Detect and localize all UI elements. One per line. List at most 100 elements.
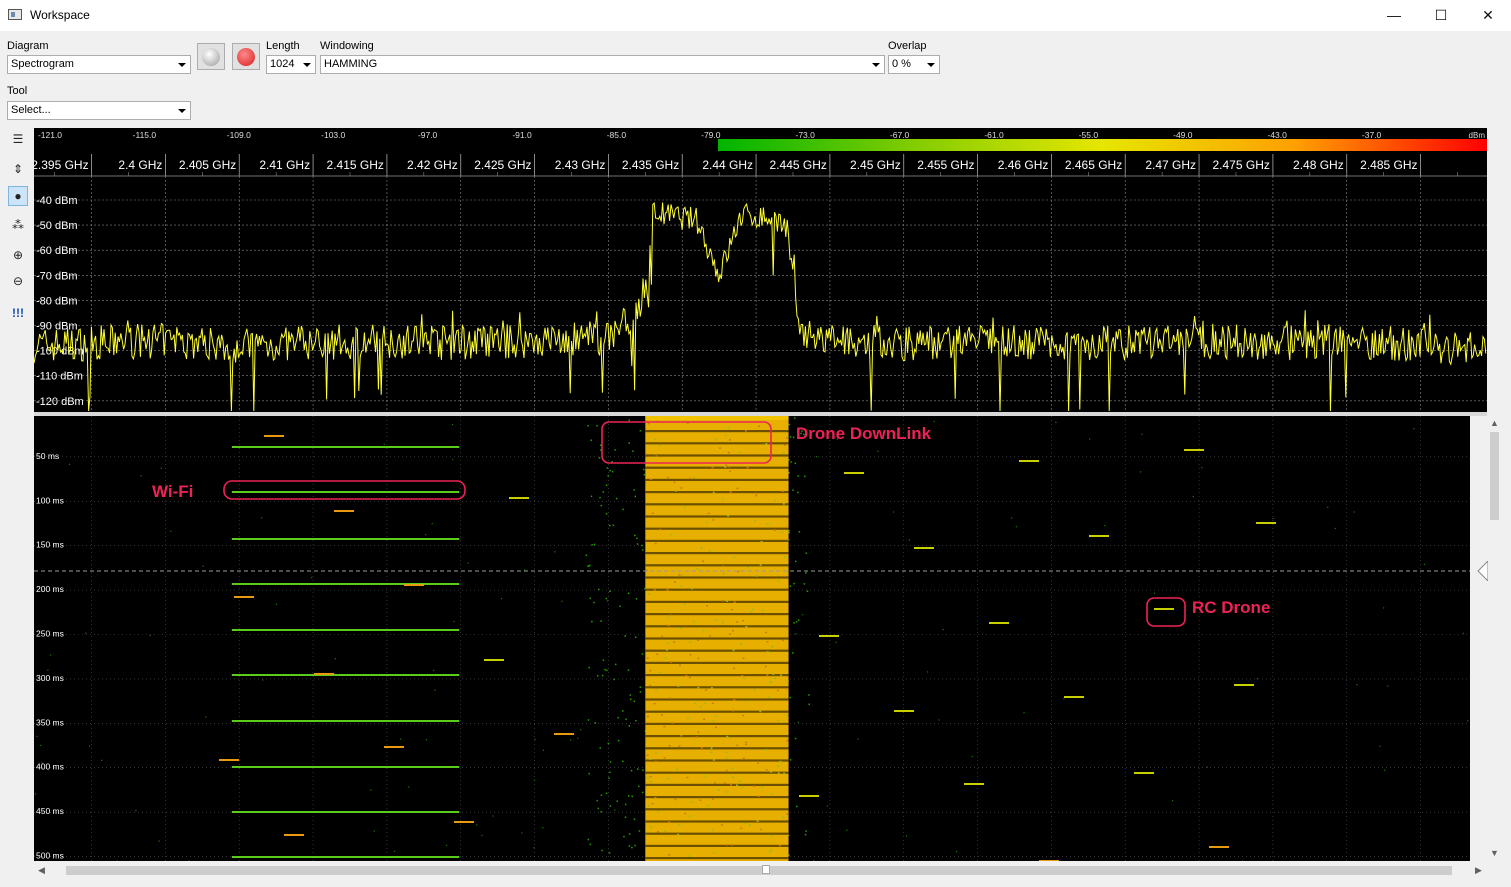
band-texture xyxy=(721,498,724,500)
noise-speck xyxy=(790,461,792,463)
band-texture xyxy=(745,741,748,744)
drops-icon[interactable]: ● xyxy=(8,186,28,206)
windowing-select[interactable]: HAMMING xyxy=(320,55,885,74)
freq-tick-label: 2.445 GHz xyxy=(770,158,827,172)
band-texture xyxy=(660,635,663,638)
chevron-down-icon xyxy=(178,63,186,67)
noise-speck xyxy=(641,544,643,547)
freq-tick-label: 2.41 GHz xyxy=(259,158,310,172)
noise-speck xyxy=(796,805,798,808)
noise-speck xyxy=(635,598,638,600)
wifi-burst xyxy=(231,491,460,493)
noise-speck xyxy=(892,511,895,513)
record-button[interactable] xyxy=(232,43,260,70)
band-texture xyxy=(666,616,669,619)
scale-tick-label: -61.0 xyxy=(984,130,1004,140)
list-icon[interactable]: ☰ xyxy=(8,130,28,150)
band-frame-gap xyxy=(645,430,789,433)
noise-speck xyxy=(826,805,828,807)
band-frame-gap xyxy=(645,686,789,689)
noise-speck xyxy=(605,597,608,600)
noise-speck xyxy=(789,759,792,761)
close-button[interactable]: ✕ xyxy=(1465,0,1511,31)
band-texture xyxy=(693,702,696,705)
noise-speck xyxy=(605,669,608,672)
band-texture xyxy=(766,641,769,643)
length-select[interactable]: 1024 xyxy=(266,55,316,74)
band-texture xyxy=(675,768,678,771)
markers-icon[interactable]: !!! xyxy=(8,304,28,324)
scroll-left-icon[interactable]: ◀ xyxy=(38,865,45,876)
band-texture xyxy=(648,593,651,596)
palette-icon[interactable]: ⁂ xyxy=(8,216,28,236)
band-texture xyxy=(693,476,696,479)
band-frame-gap xyxy=(645,539,789,542)
maximize-button[interactable]: ☐ xyxy=(1418,0,1464,31)
noise-speck xyxy=(798,531,801,533)
band-texture xyxy=(746,466,749,469)
noise-speck xyxy=(601,849,603,852)
band-texture xyxy=(670,534,673,536)
band-texture xyxy=(777,580,780,582)
freq-tick-label: 2.43 GHz xyxy=(555,158,606,172)
scroll-center-grip[interactable] xyxy=(762,865,770,874)
diagram-label: Diagram xyxy=(7,40,49,52)
vertical-scroll-thumb[interactable] xyxy=(1490,432,1499,520)
scroll-up-icon[interactable]: ▲ xyxy=(1490,418,1499,428)
freq-tick-label: 2.4 GHz xyxy=(118,158,162,172)
band-texture xyxy=(736,621,739,623)
signal-burst xyxy=(554,733,574,735)
time-cursor-handle-icon[interactable] xyxy=(1476,561,1488,581)
band-texture xyxy=(671,722,674,724)
band-texture xyxy=(712,759,715,761)
freq-tick-label: 2.47 GHz xyxy=(1145,158,1196,172)
signal-burst xyxy=(1234,684,1254,686)
signal-burst xyxy=(314,673,334,675)
zoom-out-icon[interactable]: ⊖ xyxy=(8,272,28,292)
diagram-select[interactable]: Spectrogram xyxy=(7,55,191,74)
noise-speck xyxy=(170,530,172,532)
pause-button[interactable] xyxy=(197,43,225,70)
fit-height-icon[interactable]: ⇕ xyxy=(8,160,28,180)
band-frame-gap xyxy=(645,552,789,555)
minimize-button[interactable]: — xyxy=(1371,0,1417,31)
horizontal-scrollbar[interactable]: ◀ ▶ xyxy=(34,862,1487,879)
noise-speck xyxy=(628,725,630,727)
level-tick-label: -110 dBm xyxy=(36,371,83,383)
band-texture xyxy=(752,785,755,787)
signal-burst xyxy=(454,821,474,823)
noise-speck xyxy=(1423,563,1426,565)
scroll-right-icon[interactable]: ▶ xyxy=(1475,865,1482,876)
band-texture xyxy=(663,757,666,759)
noise-speck xyxy=(598,588,600,591)
noise-speck xyxy=(632,450,634,452)
band-texture xyxy=(689,477,692,480)
band-texture xyxy=(777,719,780,722)
noise-speck xyxy=(1334,527,1336,530)
overlap-select[interactable]: 0 % xyxy=(888,55,940,74)
band-frame-gap xyxy=(645,625,789,628)
band-texture xyxy=(712,719,715,722)
band-texture xyxy=(715,619,718,621)
scroll-down-icon[interactable]: ▼ xyxy=(1490,848,1499,858)
noise-speck xyxy=(623,835,625,838)
noise-speck xyxy=(1413,428,1415,430)
band-texture xyxy=(728,466,731,468)
signal-burst xyxy=(509,497,529,499)
noise-speck xyxy=(589,597,592,600)
annotation-wifi: Wi-Fi xyxy=(152,482,194,501)
band-texture xyxy=(647,422,650,425)
zoom-in-icon[interactable]: ⊕ xyxy=(8,246,28,266)
vertical-scrollbar[interactable]: ▲ ▼ xyxy=(1486,416,1503,861)
signal-burst xyxy=(819,635,839,637)
noise-speck xyxy=(593,543,596,546)
band-frame-gap xyxy=(645,661,789,664)
tool-select[interactable]: Select... xyxy=(7,101,191,120)
band-texture xyxy=(766,674,769,676)
noise-speck xyxy=(642,468,645,471)
noise-speck xyxy=(615,497,618,500)
horizontal-scroll-thumb[interactable] xyxy=(66,866,1452,875)
noise-speck xyxy=(587,425,589,427)
noise-speck xyxy=(605,792,608,795)
band-texture xyxy=(786,739,789,742)
